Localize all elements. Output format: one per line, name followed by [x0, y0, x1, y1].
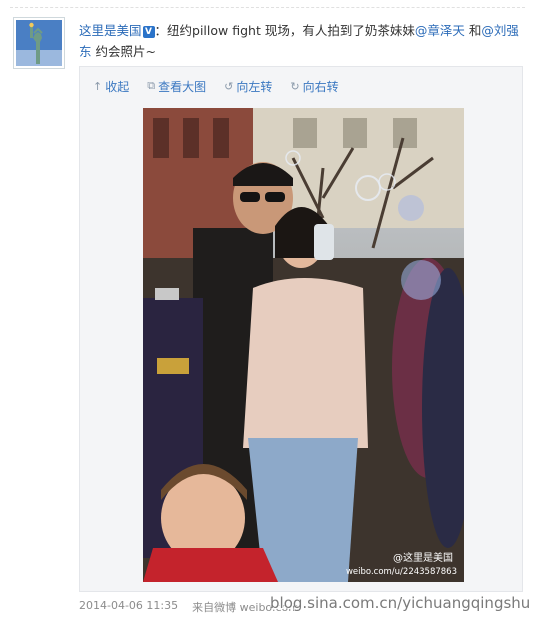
photo-illustration: @这里是美国 weibo.com/u/2243587863 — [143, 108, 464, 582]
post-text: 这里是美国 V ：纽约pillow fight 现场，有人拍到了奶茶妹妹@章泽天 和… — [79, 20, 519, 62]
post-photo[interactable]: @这里是美国 weibo.com/u/2243587863 — [143, 108, 464, 582]
media-toolbar: ↑ 收起 ⧉ 查看大图 ↺ 向左转 ↻ 向右转 — [93, 77, 339, 95]
rotate-right-icon: ↻ — [290, 79, 300, 93]
blog-watermark: blog.sina.com.cn/yichuangqingshu — [270, 594, 531, 612]
statue-of-liberty-avatar-image — [16, 20, 62, 66]
post-body-2: 约会照片~ — [91, 44, 156, 59]
view-large-label: 查看大图 — [158, 79, 207, 94]
arrow-up-icon: ↑ — [93, 79, 103, 93]
collapse-label: 收起 — [105, 79, 130, 94]
photo-watermark-logo: @这里是美国 — [393, 551, 453, 564]
verified-badge-icon: V — [142, 26, 155, 38]
media-box: ↑ 收起 ⧉ 查看大图 ↺ 向左转 ↻ 向右转 @这里是美国 weibo.com… — [79, 66, 523, 592]
rotate-left-button[interactable]: ↺ 向左转 — [224, 77, 272, 95]
post-connector: 和 — [464, 23, 482, 38]
collapse-button[interactable]: ↑ 收起 — [93, 77, 129, 95]
avatar[interactable] — [13, 17, 65, 69]
rotate-left-icon: ↺ — [224, 79, 234, 93]
post-timestamp[interactable]: 2014-04-06 11:35 — [79, 599, 178, 615]
view-large-button[interactable]: ⧉ 查看大图 — [147, 77, 206, 95]
author-link[interactable]: 这里是美国 — [79, 23, 142, 38]
rotate-right-button[interactable]: ↻ 向右转 — [290, 77, 338, 95]
post-body-1: ：纽约pillow fight 现场，有人拍到了奶茶妹妹 — [154, 23, 415, 38]
post-footer: 2014-04-06 11:35 来自微博 weibo.com — [79, 599, 299, 615]
rotate-left-label: 向左转 — [236, 79, 273, 94]
enlarge-icon: ⧉ — [147, 79, 156, 92]
photo-watermark-url: weibo.com/u/2243587863 — [346, 567, 457, 577]
top-divider — [10, 7, 525, 8]
mention-link-1[interactable]: @章泽天 — [415, 23, 465, 38]
rotate-right-label: 向右转 — [302, 79, 339, 94]
